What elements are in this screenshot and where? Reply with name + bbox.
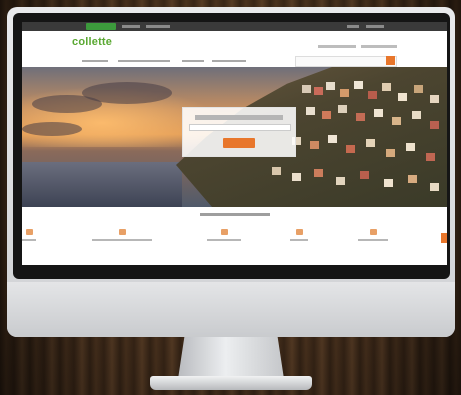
search-input[interactable] (295, 56, 397, 67)
top-bar-link[interactable] (146, 25, 170, 28)
header-link[interactable] (361, 45, 397, 48)
overlay-heading (195, 115, 283, 120)
nav-item[interactable] (118, 60, 170, 62)
website-header: collette (22, 31, 447, 55)
top-bar-link[interactable] (122, 25, 140, 28)
sea (22, 162, 182, 207)
feature-item[interactable] (358, 229, 388, 241)
feature-item[interactable] (92, 229, 152, 241)
website-top-bar (22, 22, 447, 31)
cloud (22, 122, 82, 136)
overlay-search-button[interactable] (223, 138, 255, 148)
header-link[interactable] (318, 45, 357, 48)
monitor-stand-base (150, 376, 312, 390)
monitor-stand-neck (178, 337, 284, 379)
top-bar-link[interactable] (347, 25, 359, 28)
nav-item[interactable] (212, 60, 246, 62)
nav-item[interactable] (82, 60, 108, 62)
monitor-screen: collette (22, 22, 447, 265)
site-logo[interactable]: collette (72, 36, 112, 48)
header-links (314, 45, 397, 49)
top-bar-link[interactable] (366, 25, 384, 28)
feature-item[interactable] (290, 229, 308, 241)
features-heading (200, 213, 270, 216)
nav-item[interactable] (182, 60, 204, 62)
header-icons (379, 35, 395, 53)
top-bar-pill[interactable] (86, 23, 116, 30)
site-logo-text: collette (72, 36, 113, 48)
destination-search-field[interactable] (189, 124, 291, 131)
monitor-chin (7, 282, 455, 337)
feature-icon (295, 229, 303, 235)
side-feedback-tab[interactable] (441, 233, 447, 243)
features-strip (22, 207, 447, 265)
hero-banner (22, 67, 447, 207)
feature-icon (220, 229, 228, 235)
feature-icon (369, 229, 377, 235)
feature-item[interactable] (207, 229, 241, 241)
search-overlay-box (182, 107, 296, 157)
cloud (82, 82, 172, 104)
feature-icon (118, 229, 126, 235)
feature-item[interactable] (22, 229, 36, 241)
search-button[interactable] (386, 56, 395, 65)
feature-icon (25, 229, 33, 235)
